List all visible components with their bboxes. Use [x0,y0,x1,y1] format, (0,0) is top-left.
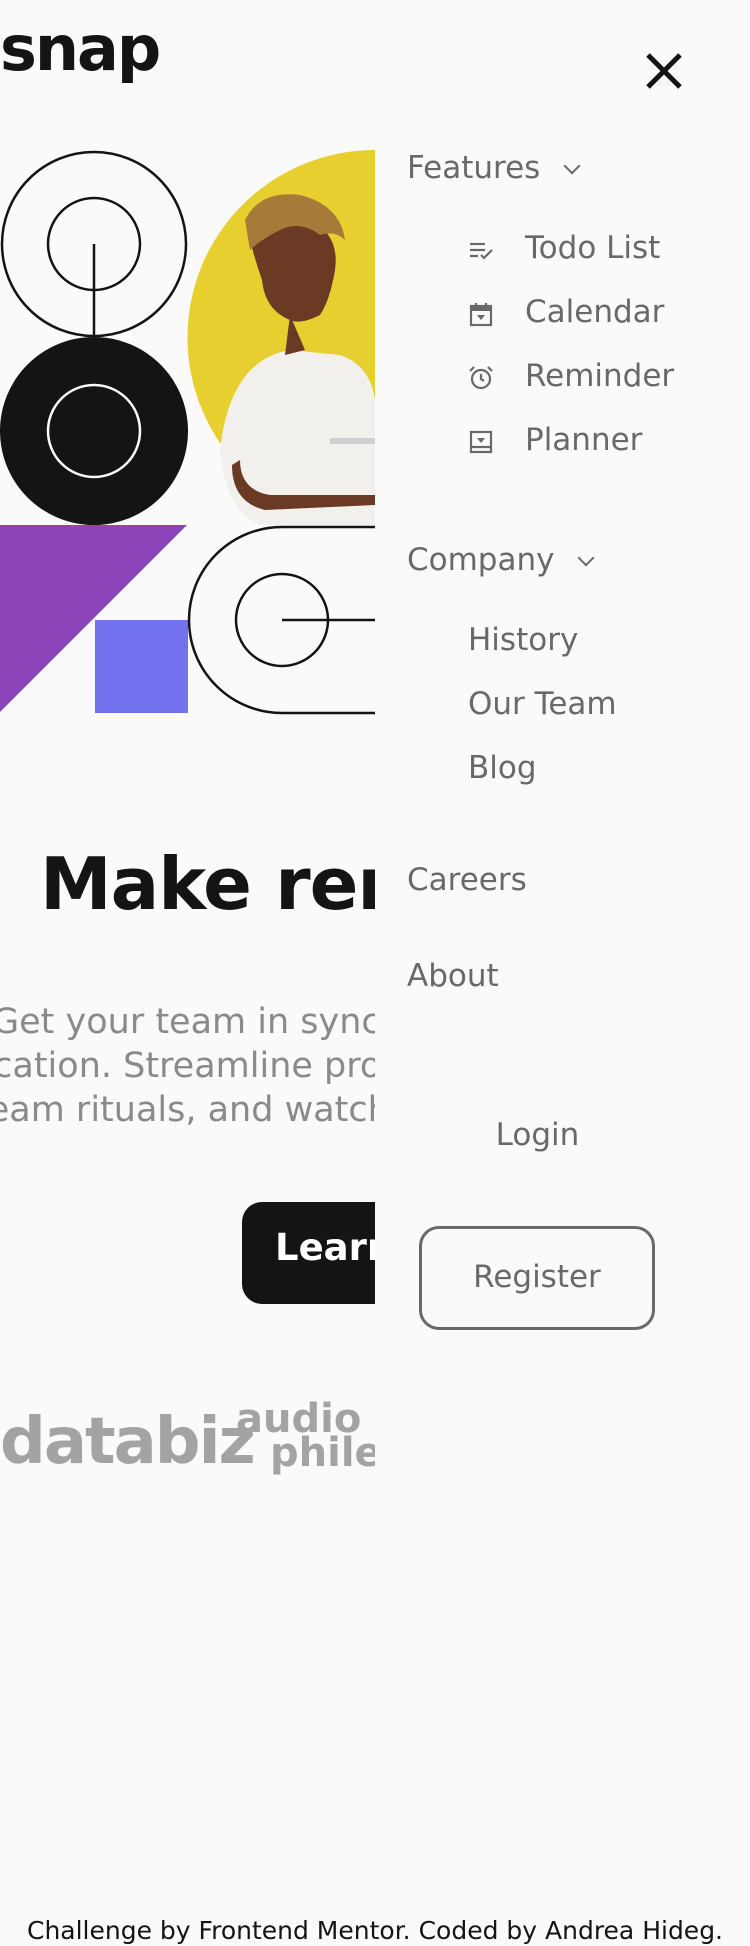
chevron-down-icon [577,549,595,567]
logo[interactable]: snap [0,18,161,80]
learn-more-button[interactable]: Learn more [242,1202,375,1304]
nav-sub-item-calendar[interactable]: Calendar [525,294,664,330]
shape-outline-capsule [187,525,375,715]
nav-sub-item-blog[interactable]: Blog [468,750,537,786]
shape-black-circle [0,337,188,525]
hero-title: Make remote work [40,842,375,926]
hero-illustration [0,150,375,715]
chevron-down-icon [563,157,581,175]
nav-sub-item-our-team[interactable]: Our Team [468,686,617,722]
register-button[interactable]: Register [419,1226,655,1330]
main-content: snap Make re Get your team in sync catio… [0,0,375,1946]
nav-company[interactable]: Company [407,542,595,578]
nav-sub-item-reminder[interactable]: Reminder [525,358,674,394]
close-icon[interactable] [639,46,689,96]
hero-description-line: location. Streamline processes, create [0,1046,375,1086]
hero-description: Get your team in sync, no matter your lo… [0,1000,375,1132]
clients-logos: databiz audio phile [0,1390,375,1480]
client-logo-audiophile: audio phile [236,1399,375,1473]
reminder-icon [469,366,493,390]
nav-features[interactable]: Features [407,150,581,186]
hero-description-line: team rituals, and watch productivity soa… [0,1090,375,1130]
nav-features-label: Features [407,150,541,186]
shape-blue-square [95,620,188,713]
nav-sub-item-planner[interactable]: Planner [525,422,642,458]
hero-photo [187,150,375,525]
todo-icon [470,242,493,260]
nav-company-label: Company [407,542,555,578]
nav-careers[interactable]: Careers [407,862,527,898]
hero-description-line: Get your team in sync, no matter your [0,1002,375,1042]
nav-sub-item-todo-list[interactable]: Todo List [525,230,660,266]
client-logo-databiz: databiz [0,1405,256,1479]
calendar-icon [469,303,493,327]
login-button[interactable]: Login [375,1117,700,1153]
mobile-menu: Features Todo List Calendar Reminder Pla… [375,0,750,1946]
shape-outline-circle [0,150,188,338]
footer-attribution[interactable]: Challenge by Frontend Mentor. Coded by A… [0,1916,750,1945]
nav-sub-item-history[interactable]: History [468,622,578,658]
planner-icon [469,430,493,454]
nav-about[interactable]: About [407,958,499,994]
